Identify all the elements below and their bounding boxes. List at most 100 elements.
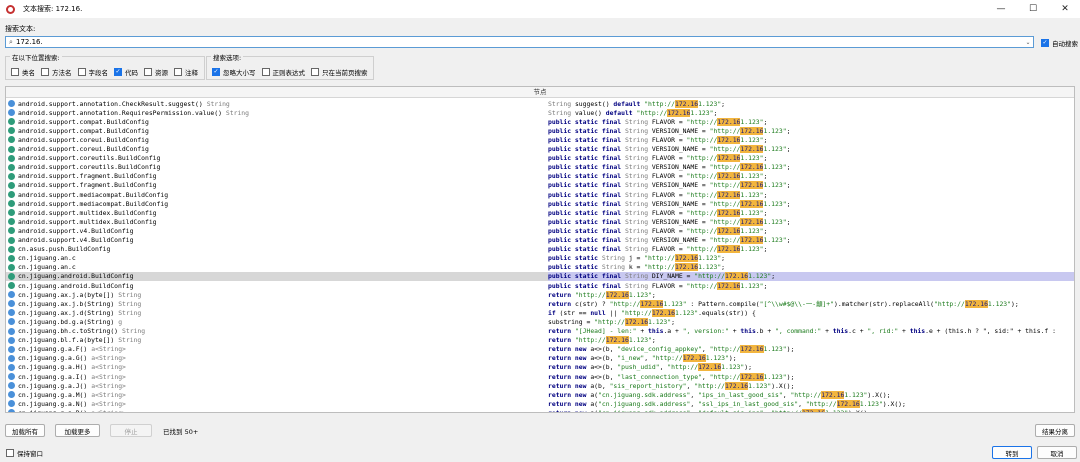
code-token: 1.123" [763,145,787,154]
search-option-checkbox[interactable]: ✓ 忽略大小写 [212,67,256,77]
result-row[interactable]: android.support.v4.BuildConfig public sta… [6,226,1074,235]
code-token: ).X(); [771,381,795,390]
search-option-checkbox[interactable]: 只在当前页搜索 [311,67,368,77]
checkbox-checked-icon: ✓ [1041,39,1049,47]
app-icon [6,4,15,14]
match-highlight: 172.16 [674,263,699,272]
search-option-checkbox[interactable]: 正则表达式 [261,67,305,77]
result-node: android.support.coreutils.BuildConfig [6,154,546,163]
code-token: 1.123" [628,290,652,299]
search-in-option-checkbox[interactable]: 方法名 [41,67,72,77]
code-token: FLAVOR = [651,281,687,290]
keep-open-label: 保持窗口 [17,450,43,458]
result-node-name: cn.jiguang.g.a.N() [18,399,88,408]
search-input[interactable] [16,37,1023,47]
result-row[interactable]: cn.jiguang.bd.g.a(String) g substring = "h… [6,317,1074,326]
load-more-button[interactable]: 加载更多 [55,424,100,437]
result-row[interactable]: android.support.multidex.BuildConfig publ… [6,217,1074,226]
result-row[interactable]: cn.jiguang.g.a.G() a<String> return new a<… [6,354,1074,363]
result-row[interactable]: android.support.compat.BuildConfig public… [6,126,1074,135]
result-row[interactable]: android.support.annotation.CheckResult.s… [6,99,1074,108]
code-token: a<>(b, [590,363,618,372]
result-row[interactable]: android.support.annotation.RequiresPermi… [6,108,1074,117]
code-token: public static final [548,199,625,208]
result-row[interactable]: android.support.coreutils.BuildConfig pub… [6,154,1074,163]
code-token: String [624,154,652,163]
result-row[interactable]: android.support.v4.BuildConfig public sta… [6,236,1074,245]
result-row[interactable]: cn.jiguang.bl.f.a(byte[]) String return "h… [6,336,1074,345]
column-header-node[interactable]: 节点 [6,87,1074,98]
result-row[interactable]: cn.jiguang.g.a.I() a<String> return new a<… [6,372,1074,381]
match-highlight: 172.16 [740,181,764,190]
result-row[interactable]: android.support.coreui.BuildConfig public… [6,135,1074,144]
code-token: VERSION_NAME = [651,236,710,245]
load-all-button[interactable]: 加载所有 [5,424,45,437]
code-token: 1.123" [763,181,787,190]
result-row[interactable]: cn.jiguang.g.a.R() a<String> return new a(… [6,408,1074,412]
search-options-title: 搜索选项: [211,52,244,62]
search-in-option-checkbox[interactable]: 字段名 [77,67,108,77]
result-row[interactable]: android.support.fragment.BuildConfig publ… [6,181,1074,190]
stop-button[interactable]: 停止 [110,424,152,437]
result-row[interactable]: cn.jiguang.g.a.N() a<String> return new a(… [6,399,1074,408]
result-row[interactable]: cn.jiguang.an.c public static String j = … [6,254,1074,263]
code-token: 1.123" [763,199,787,208]
search-in-option-checkbox[interactable]: ✓ 代码 [114,67,138,77]
result-node: cn.jiguang.bl.f.a(byte[]) String [6,336,546,345]
match-highlight: 172.16 [605,336,629,345]
code-token: String [624,236,652,245]
result-row[interactable]: android.support.mediacompat.BuildConfig p… [6,199,1074,208]
code-token: "http:// [686,208,718,217]
keep-open-checkbox[interactable]: 保持窗口 [6,448,43,458]
result-row[interactable]: cn.jiguang.g.a.J() a<String> return new a(… [6,381,1074,390]
code-token: "http:// [694,272,725,281]
result-row[interactable]: android.support.multidex.BuildConfig publ… [6,208,1074,217]
code-token: ; [786,199,791,208]
result-row[interactable]: cn.jiguang.android.BuildConfig public sta… [6,281,1074,290]
search-in-option-checkbox[interactable]: 类名 [11,67,35,77]
chevron-down-icon[interactable]: ⌄ [1023,39,1033,46]
auto-search-checkbox[interactable]: ✓ 自动搜索 [1041,38,1078,48]
code-token: a( [590,399,599,408]
result-row[interactable]: cn.jiguang.ax.j.d(String) String if (str =… [6,308,1074,317]
code-token: , [798,399,806,408]
result-row[interactable]: android.support.coreui.BuildConfig public… [6,145,1074,154]
match-highlight: 172.16 [717,208,741,217]
result-row[interactable]: android.support.mediacompat.BuildConfig p… [6,190,1074,199]
result-node-name: android.support.mediacompat.BuildConfig [18,199,169,208]
result-row[interactable]: android.support.coreutils.BuildConfig pub… [6,163,1074,172]
result-code-line: public static final String VERSION_NAME … [548,181,1074,190]
close-icon[interactable]: ✕ [1050,0,1080,18]
search-in-option-label: 注释 [185,69,198,77]
result-row[interactable]: cn.jiguang.g.a.H() a<String> return new a<… [6,363,1074,372]
goto-button[interactable]: 转到 [992,446,1032,459]
result-row[interactable]: cn.jiguang.android.BuildConfig public sta… [6,271,1074,281]
code-token: "http:// [686,281,718,290]
cancel-button[interactable]: 取消 [1037,446,1077,459]
method-icon [8,109,15,117]
maximize-icon[interactable]: ☐ [1018,0,1048,18]
group-results-button[interactable]: 结果分离 [1035,424,1075,437]
code-token: String [624,226,652,235]
result-row[interactable]: cn.jiguang.ax.j.a(byte[]) String return "h… [6,290,1074,299]
result-row[interactable]: cn.jiguang.an.c public static String k = … [6,263,1074,272]
result-row[interactable]: cn.jiguang.g.a.M() a<String> return new a(… [6,390,1074,399]
result-row[interactable]: cn.jiguang.g.a.F() a<String> return new a<… [6,345,1074,354]
code-token: ); [786,372,795,381]
result-code-line: public static final String FLAVOR = "htt… [548,117,1074,126]
result-row[interactable]: cn.jiguang.bh.c.toString() String return "… [6,327,1074,336]
search-in-option-label: 资源 [155,69,168,77]
code-token: "http:// [709,126,741,135]
result-row[interactable]: cn.asus.push.BuildConfig public static fi… [6,245,1074,254]
result-code-line: public static final String FLAVOR = "htt… [548,172,1074,181]
code-token: return [548,290,575,299]
result-row[interactable]: android.support.fragment.BuildConfig publ… [6,172,1074,181]
result-row[interactable]: android.support.compat.BuildConfig public… [6,117,1074,126]
match-highlight: 172.16 [667,108,691,117]
minimize-icon[interactable]: — [986,0,1016,18]
code-token: , [686,381,695,390]
result-row[interactable]: cn.jiguang.ax.j.b(String) String return c(… [6,299,1074,308]
code-token: ); [786,345,795,354]
search-in-option-checkbox[interactable]: 资源 [144,67,168,77]
search-in-option-checkbox[interactable]: 注释 [174,67,198,77]
